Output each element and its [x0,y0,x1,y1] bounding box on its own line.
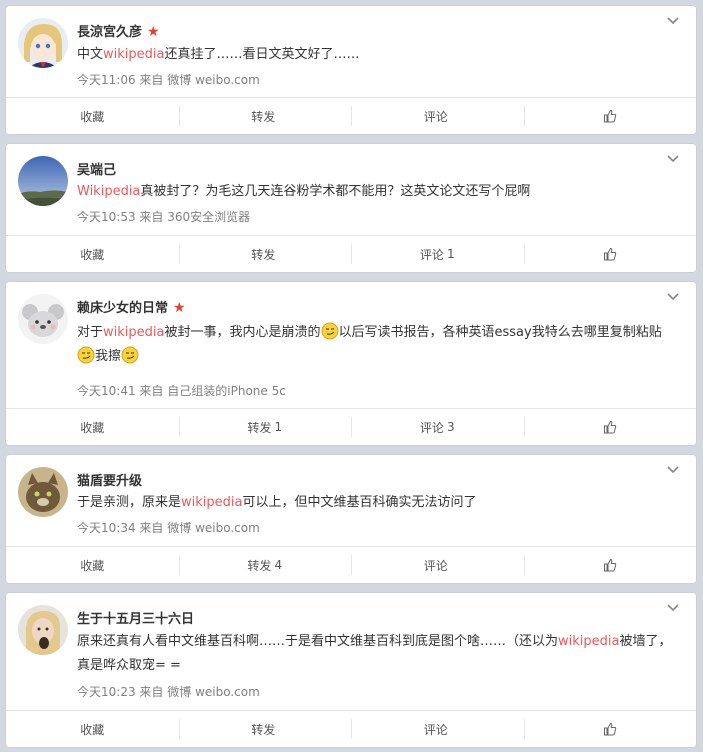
wikipedia-link[interactable]: Wikipedia [77,184,140,199]
post-meta: 今天10:23 来自 微博 weibo.com [77,683,260,700]
post-time[interactable]: 今天10:34 [77,521,136,535]
comment-button[interactable]: 评论 [351,98,524,134]
username[interactable]: 吴端己 [77,159,116,178]
weibo-comment-feed: 長涼宮久彦 ★ 中文wikipedia还真挂了……看日文英文好了…… 今天11:0… [0,0,703,752]
action-bar: 收藏 转发 评论 [6,97,696,134]
thumbs-up-icon [603,109,616,123]
post-meta: 今天10:34 来自 微博 weibo.com [77,519,260,536]
wikipedia-link[interactable]: wikipedia [558,634,619,649]
chevron-down-icon[interactable] [666,463,680,477]
post-card: 赖床少女的日常 ★ 对于wikipedia被封一事，我内心是崩溃的 以后写读书报告，… [6,282,696,445]
chevron-down-icon[interactable] [666,152,680,166]
avatar[interactable] [18,156,68,206]
repost-button[interactable]: 转发 [178,98,352,134]
smirk-face-icon [77,346,95,364]
source-prefix: 来自 [139,685,164,699]
like-button[interactable] [523,547,697,583]
post-meta: 今天10:53 来自 360安全浏览器 [77,208,250,225]
like-button[interactable] [523,409,697,445]
repost-count: 1 [274,420,283,434]
collect-button[interactable]: 收藏 [6,547,179,583]
repost-button[interactable]: 转发 4 [178,547,352,583]
post-time[interactable]: 今天10:53 [77,210,136,224]
repost-button[interactable]: 转发 [178,236,352,272]
avatar[interactable] [18,467,68,517]
post-meta: 今天10:41 来自 自己组装的iPhone 5c [77,382,286,399]
thumbs-up-icon [603,558,616,572]
action-bar: 收藏 转发 4 评论 [6,546,696,583]
repost-button[interactable]: 转发 1 [178,409,352,445]
post-time[interactable]: 今天11:06 [77,73,136,87]
username-text[interactable]: 猫盾要升级 [77,474,142,489]
username-text[interactable]: 赖床少女的日常 [77,301,168,316]
collect-button[interactable]: 收藏 [6,98,179,134]
post-source[interactable]: 微博 weibo.com [167,521,260,535]
wikipedia-link[interactable]: wikipedia [103,325,164,340]
post-source[interactable]: 360安全浏览器 [167,210,250,224]
source-prefix: 来自 [139,521,164,535]
source-prefix: 来自 [139,210,164,224]
post-source[interactable]: 自己组装的iPhone 5c [167,384,286,398]
thumbs-up-icon [603,722,616,736]
post-text: 对于wikipedia被封一事，我内心是崩溃的 以后写读书报告，各种英语essay… [77,321,677,369]
post-card: 長涼宮久彦 ★ 中文wikipedia还真挂了……看日文英文好了…… 今天11:0… [6,6,696,134]
like-button[interactable] [523,98,697,134]
chevron-down-icon[interactable] [666,290,680,304]
post-text: Wikipedia真被封了？为毛这几天连谷粉学术都不能用？这英文论文还写个屁啊 [77,184,531,199]
collect-button[interactable]: 收藏 [6,711,179,747]
post-text: 原来还真有人看中文维基百科啊……于是看中文维基百科到底是图个啥……（还以为wik… [77,634,672,673]
source-prefix: 来自 [139,73,164,87]
vip-star-icon: ★ [173,300,186,316]
like-button[interactable] [523,236,697,272]
vip-star-icon: ★ [147,24,160,40]
post-card: 吴端己 Wikipedia真被封了？为毛这几天连谷粉学术都不能用？这英文论文还写… [6,144,696,272]
collect-button[interactable]: 收藏 [6,236,179,272]
repost-button[interactable]: 转发 [178,711,352,747]
post-card: 生于十五月三十六日 原来还真有人看中文维基百科啊……于是看中文维基百科到底是图个… [6,593,696,747]
comment-button[interactable]: 评论 3 [351,409,524,445]
username-text[interactable]: 生于十五月三十六日 [77,612,194,627]
comment-button[interactable]: 评论 [351,711,524,747]
action-bar: 收藏 转发 评论 [6,710,696,747]
comment-count: 3 [446,420,455,434]
wikipedia-link[interactable]: wikipedia [181,495,242,510]
username[interactable]: 生于十五月三十六日 [77,608,194,627]
avatar[interactable] [18,294,68,344]
chevron-down-icon[interactable] [666,14,680,28]
username[interactable]: 長涼宮久彦 ★ [77,21,160,40]
post-text: 中文wikipedia还真挂了……看日文英文好了…… [77,47,360,62]
post-time[interactable]: 今天10:23 [77,685,136,699]
collect-button[interactable]: 收藏 [6,409,179,445]
repost-count: 4 [274,558,283,572]
comment-button[interactable]: 评论 1 [351,236,524,272]
post-card: 猫盾要升级 于是亲测，原来是wikipedia可以上，但中文维基百科确实无法访问… [6,455,696,583]
action-bar: 收藏 转发 评论 1 [6,235,696,272]
thumbs-up-icon [603,420,616,434]
username-text[interactable]: 吴端己 [77,163,116,178]
smirk-face-icon [121,346,139,364]
comment-button[interactable]: 评论 [351,547,524,583]
username[interactable]: 赖床少女的日常 ★ [77,297,186,316]
username-text[interactable]: 長涼宮久彦 [77,25,142,40]
like-button[interactable] [523,711,697,747]
post-meta: 今天11:06 来自 微博 weibo.com [77,71,260,88]
avatar[interactable] [18,605,68,655]
smirk-face-icon [321,322,338,340]
source-prefix: 来自 [139,384,164,398]
comment-count: 1 [446,247,455,261]
username[interactable]: 猫盾要升级 [77,470,142,489]
action-bar: 收藏 转发 1 评论 3 [6,408,696,445]
post-source[interactable]: 微博 weibo.com [167,73,260,87]
post-time[interactable]: 今天10:41 [77,384,136,398]
thumbs-up-icon [603,247,616,261]
avatar[interactable] [18,18,68,68]
post-source[interactable]: 微博 weibo.com [167,685,260,699]
post-text: 于是亲测，原来是wikipedia可以上，但中文维基百科确实无法访问了 [77,495,477,510]
wikipedia-link[interactable]: wikipedia [103,47,164,62]
chevron-down-icon[interactable] [666,601,680,615]
